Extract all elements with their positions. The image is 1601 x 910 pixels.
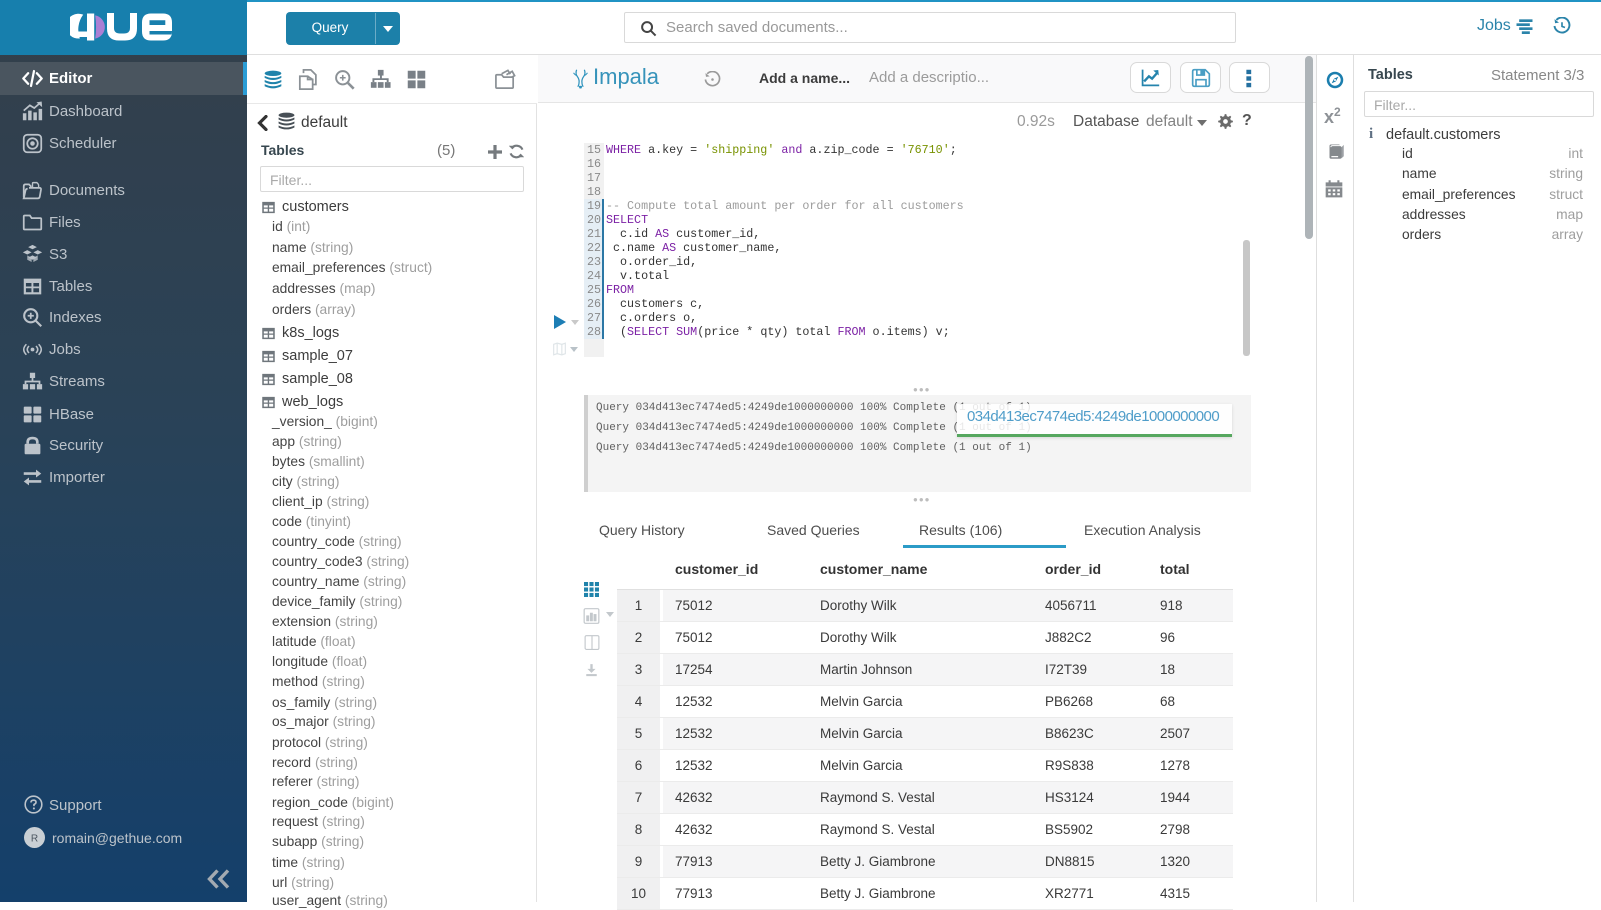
svg-text:R: R bbox=[31, 834, 38, 845]
